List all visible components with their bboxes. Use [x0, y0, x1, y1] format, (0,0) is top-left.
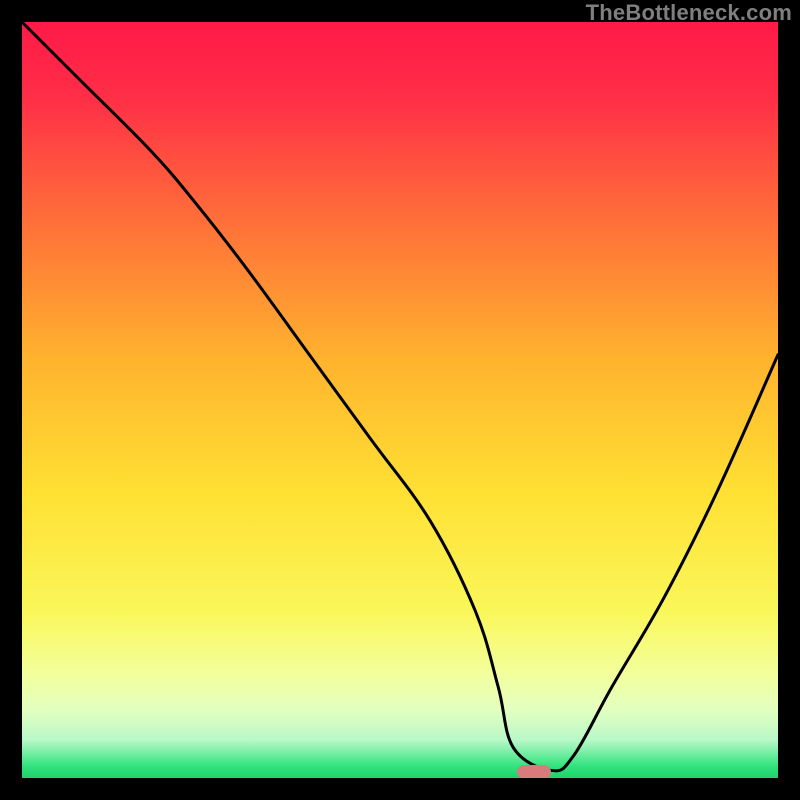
optimal-marker [517, 765, 551, 778]
watermark-text: TheBottleneck.com [586, 0, 792, 26]
curve-path [22, 22, 778, 771]
chart-frame: TheBottleneck.com [0, 0, 800, 800]
plot-area [22, 22, 778, 778]
bottleneck-curve [22, 22, 778, 778]
